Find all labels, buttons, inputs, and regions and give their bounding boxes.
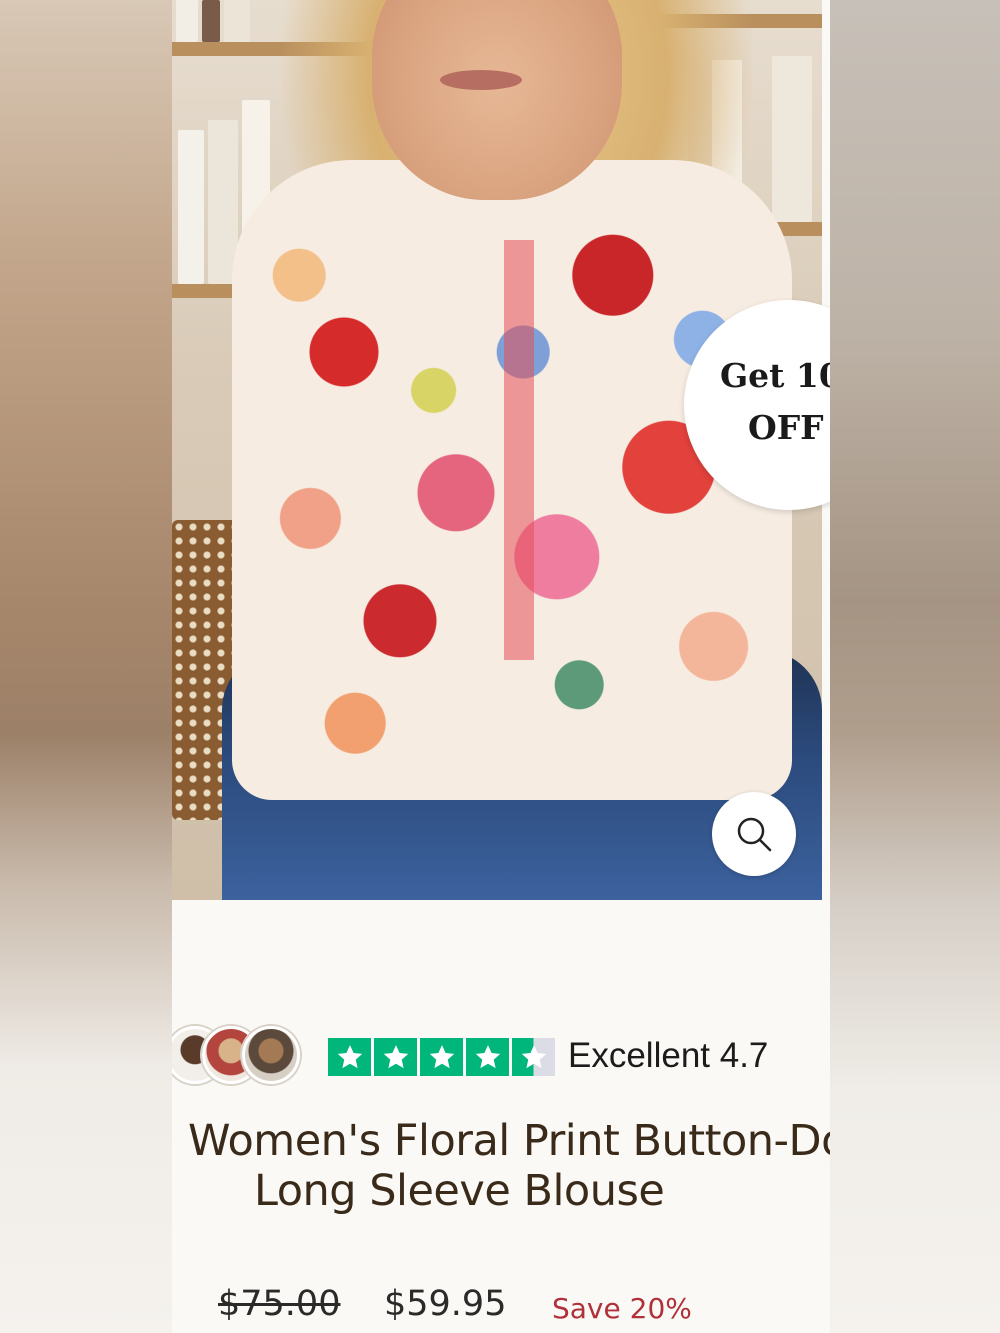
original-price: $75.00: [218, 1284, 341, 1324]
product-title-line: Long Sleeve Blouse: [254, 1166, 665, 1216]
book: [224, 0, 250, 42]
search-icon: [737, 817, 772, 852]
star-icon: [328, 1038, 371, 1076]
rating-label: Excellent 4.7: [568, 1036, 769, 1075]
book: [202, 0, 220, 42]
lips: [440, 70, 522, 90]
book: [176, 0, 198, 42]
product-page: Get 10% OFF Excellent 4.7 Women's Floral…: [172, 0, 830, 1333]
half-star-icon: [512, 1038, 555, 1076]
star-icon: [466, 1038, 509, 1076]
background-blur-left: [0, 0, 172, 1333]
product-title: Women's Floral Print Button-Do Long Slee…: [188, 1116, 830, 1216]
promo-text: Get 10%: [720, 356, 830, 395]
sale-price: $59.95: [384, 1284, 507, 1324]
background-blur-right: [830, 0, 1000, 1333]
book: [772, 56, 812, 222]
star-icon: [374, 1038, 417, 1076]
star-rating: [328, 1038, 555, 1076]
product-title-line: Women's Floral Print Button-Do: [188, 1116, 830, 1166]
star-icon: [420, 1038, 463, 1076]
face: [372, 0, 622, 200]
book: [178, 130, 204, 284]
promo-text: OFF: [748, 408, 824, 447]
reviews-summary[interactable]: Excellent 4.7: [172, 1026, 830, 1090]
avatar: [242, 1026, 300, 1084]
zoom-button[interactable]: [712, 792, 796, 876]
button-placket: [504, 240, 534, 660]
savings-badge: Save 20%: [552, 1292, 692, 1325]
